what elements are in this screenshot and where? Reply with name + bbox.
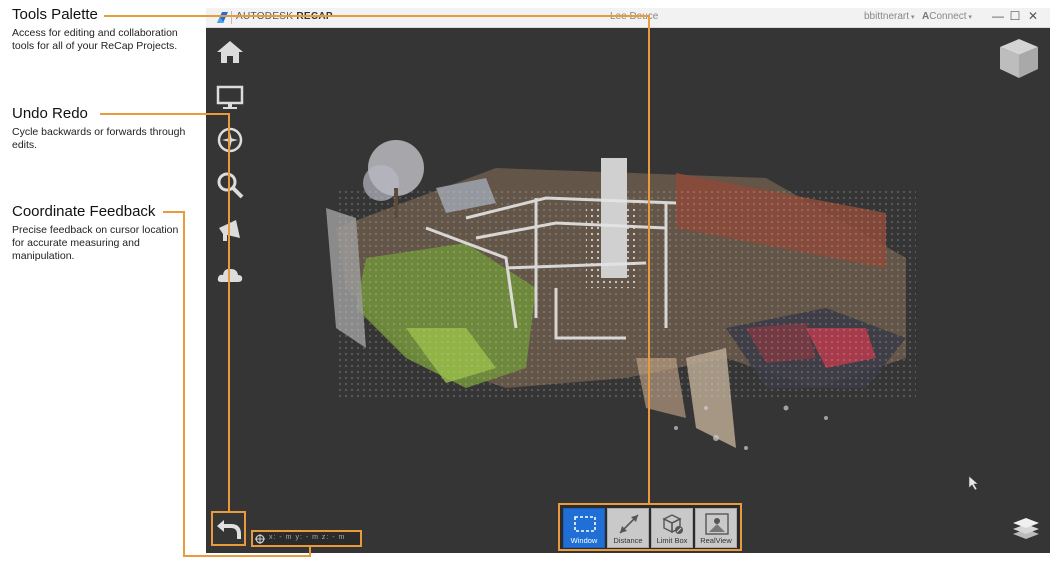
coordinate-leader-h — [163, 211, 185, 213]
distance-tool-button[interactable]: Distance — [607, 508, 649, 548]
maximize-button[interactable]: ☐ — [1008, 9, 1022, 23]
window-tool-button[interactable]: Window — [563, 508, 605, 548]
tools-palette-leader-h — [104, 15, 650, 17]
limit-box-tool-label: Limit Box — [656, 536, 688, 545]
layers-icon[interactable] — [1011, 515, 1041, 541]
undo-redo-callout-desc: Cycle backwards or forwards through edit… — [12, 126, 186, 151]
tools-palette-callout-desc: Access for editing and collaboration too… — [12, 27, 178, 52]
crosshair-icon — [255, 534, 265, 544]
tools-palette-leader-v — [648, 15, 650, 504]
realview-icon — [705, 513, 729, 535]
window-tool-label: Window — [570, 536, 598, 545]
connect-menu[interactable]: AConnect ▾ — [922, 11, 972, 22]
coordinate-readout: x: - m y: - m z: - m — [269, 534, 346, 541]
display-settings-icon[interactable] — [216, 83, 244, 111]
limit-box-tool-button[interactable]: Limit Box — [651, 508, 693, 548]
user-name: bbittnerart — [864, 11, 910, 22]
user-menu[interactable]: bbittnerart ▾ — [864, 11, 915, 22]
cloud-icon[interactable] — [216, 261, 244, 289]
connect-label: Connect — [929, 11, 967, 22]
undo-leader-v — [228, 113, 230, 512]
title-bar: AUTODESK RECAP Lee Deuce bbittnerart ▾ A… — [206, 8, 1050, 28]
announce-icon[interactable] — [216, 216, 244, 244]
coordinate-feedback-callout-title: Coordinate Feedback — [12, 203, 156, 220]
coordinate-leader-bottom — [183, 555, 311, 557]
minimize-button[interactable]: — — [991, 9, 1005, 23]
close-button[interactable]: ✕ — [1026, 9, 1040, 23]
recap-logo-icon — [217, 12, 228, 23]
navigation-compass-icon[interactable] — [216, 126, 244, 154]
limit-box-icon — [662, 514, 683, 534]
coordinate-leader-up — [309, 545, 311, 557]
undo-leader-h — [100, 113, 230, 115]
tools-palette: Window Distance Limit Box RealView — [558, 503, 742, 551]
mouse-cursor-icon — [968, 475, 980, 496]
point-cloud-viewport[interactable] — [206, 28, 1050, 553]
recap-app-window: AUTODESK RECAP Lee Deuce bbittnerart ▾ A… — [206, 8, 1050, 553]
realview-tool-label: RealView — [700, 536, 732, 545]
coordinate-feedback-callout-desc: Precise feedback on cursor location for … — [12, 224, 179, 262]
coordinate-feedback: x: - m y: - m z: - m — [251, 530, 362, 547]
tools-palette-callout-title: Tools Palette — [12, 6, 98, 23]
window-select-icon — [574, 516, 596, 532]
undo-redo-callout-title: Undo Redo — [12, 105, 88, 122]
coordinate-leader-v — [183, 211, 185, 557]
distance-tool-label: Distance — [613, 536, 643, 545]
point-cloud-scene — [326, 140, 916, 450]
search-icon[interactable] — [216, 171, 244, 199]
undo-arrow-icon — [217, 520, 241, 539]
view-cube[interactable] — [996, 36, 1042, 82]
distance-measure-icon — [619, 514, 639, 534]
undo-button[interactable] — [214, 514, 243, 543]
view-cube-icon — [1000, 39, 1038, 78]
home-icon[interactable] — [216, 38, 244, 66]
realview-tool-button[interactable]: RealView — [695, 508, 737, 548]
